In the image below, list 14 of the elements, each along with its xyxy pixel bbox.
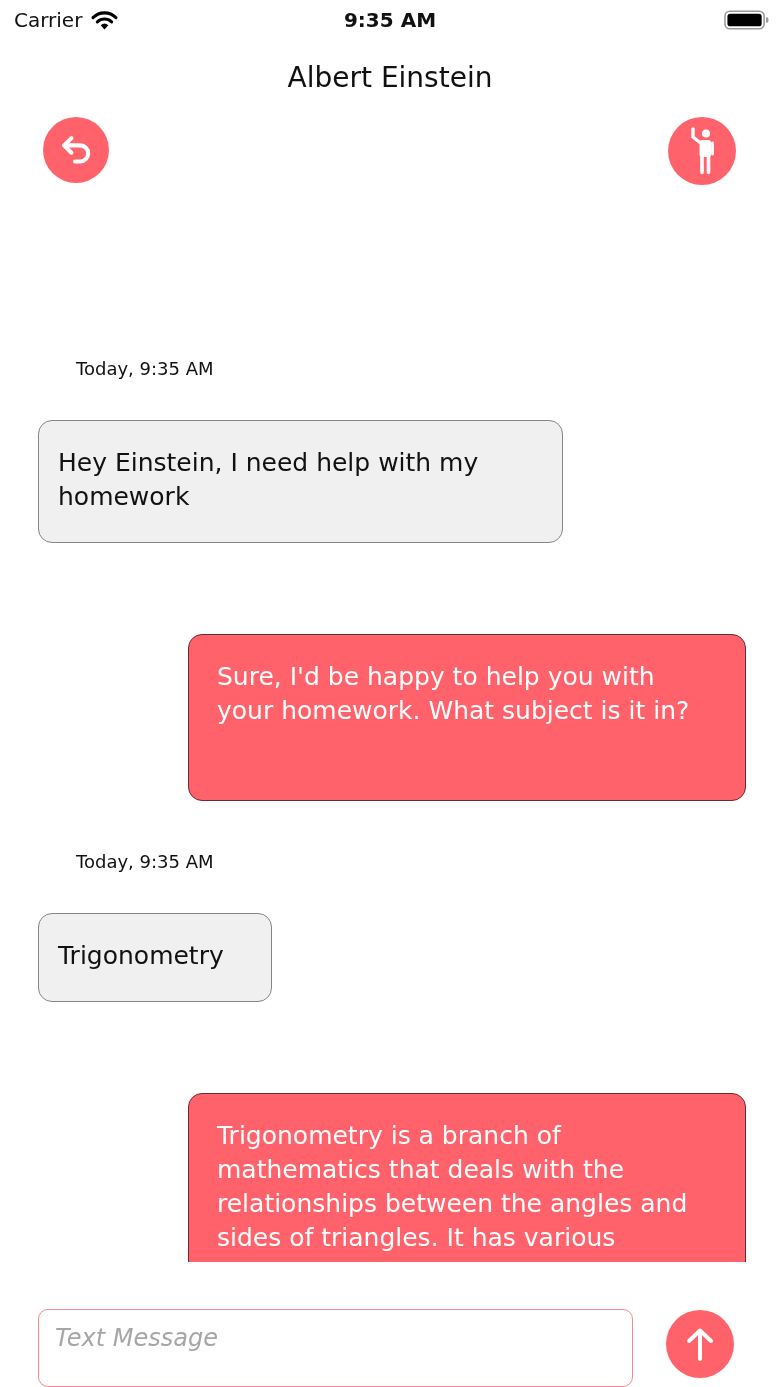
carrier-name: Carrier bbox=[14, 8, 83, 32]
battery-icon bbox=[724, 10, 769, 30]
message-timestamp: Today, 9:35 AM bbox=[76, 851, 214, 873]
reply-bubble: Sure, I'd be happy to help you with your homework. What subject is it in? bbox=[188, 634, 746, 801]
message-timestamp: Today, 9:35 AM bbox=[76, 358, 214, 380]
waving-person-icon bbox=[689, 127, 715, 175]
reply-bubble: Trigonometry is a branch of mathematics that deals with the relationships between the angles and sides of triangles. It has various bbox=[188, 1093, 746, 1262]
message-bubble: Trigonometry bbox=[38, 913, 272, 1002]
wifi-icon bbox=[91, 10, 119, 30]
message-input[interactable]: Text Message bbox=[38, 1309, 633, 1387]
up-arrow-icon bbox=[685, 1326, 715, 1362]
status-time: 9:35 AM bbox=[343, 8, 437, 32]
chat-title: Albert Einstein bbox=[287, 60, 493, 96]
message-bubble: Hey Einstein, I need help with my homework bbox=[38, 420, 563, 543]
